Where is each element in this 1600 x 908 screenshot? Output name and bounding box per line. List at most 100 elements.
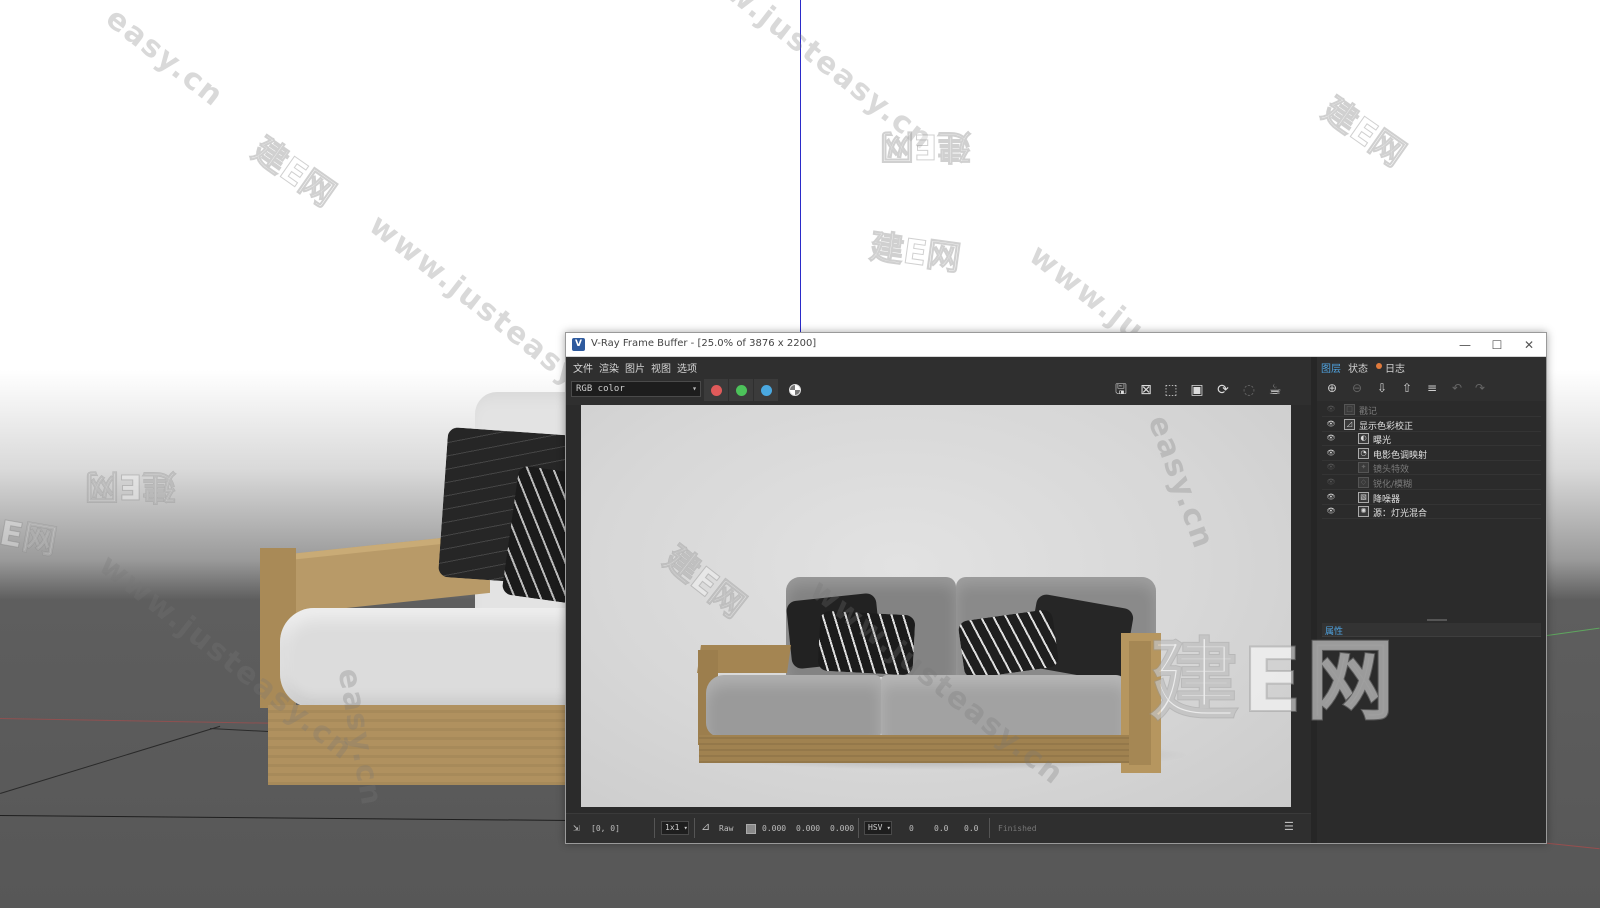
raw-value-b: 0.000 [830, 824, 855, 833]
redo-icon[interactable]: ↷ [1471, 380, 1489, 396]
menu-view[interactable]: 视图 [651, 360, 671, 375]
pointer-icon[interactable]: ⇲ [573, 821, 580, 834]
sofa-seat-cushion [706, 675, 881, 737]
layer-row[interactable]: 👁 □ 戳记 [1322, 403, 1541, 417]
add-layer-icon[interactable]: ⊕ [1323, 380, 1341, 396]
eye-icon[interactable]: 👁 [1326, 434, 1336, 442]
layer-label: 镜头特效 [1373, 465, 1410, 476]
window-title: V-Ray Frame Buffer - [25.0% of 3876 x 22… [591, 338, 817, 349]
hsv-value-v: 0.0 [964, 824, 979, 833]
layer-row[interactable]: 👁 ◇ 锐化/模糊 [1322, 476, 1541, 490]
panel-toggle-icon[interactable]: ☰ [1284, 820, 1294, 833]
clear-image-icon[interactable]: ⊠ [1137, 381, 1155, 399]
sharpen-icon: ◇ [1358, 477, 1369, 488]
red-channel-button[interactable] [704, 379, 728, 401]
blue-dot-icon [761, 385, 772, 396]
chevron-down-icon: ▾ [882, 824, 891, 832]
watermark: 建E网 [85, 466, 177, 507]
sofa-wood-base [699, 735, 1129, 763]
close-button[interactable]: ✕ [1518, 336, 1540, 354]
zoom-select[interactable]: 1x1 ▾ [661, 821, 689, 835]
layers-panel: 图层 状态 日志 ⊕ ⊖ ⇩ ⇧ ≡ ↶ ↷ 👁 □ 戳记 👁 ◿ 显示色彩校正 👁 ◐ 曝光 👁… [1317, 357, 1546, 843]
eye-icon[interactable]: 👁 [1326, 493, 1336, 501]
layer-label: 源：灯光混合 [1373, 509, 1428, 520]
watermark: 建E网 [244, 129, 343, 215]
render-icon[interactable]: ⟳ [1214, 381, 1232, 399]
layer-row[interactable]: 👁 ◔ 电影色调映射 [1322, 447, 1541, 461]
save-layers-icon[interactable]: ⇩ [1373, 380, 1391, 396]
layer-list-icon[interactable]: ≡ [1423, 380, 1441, 396]
blue-channel-button[interactable] [754, 379, 778, 401]
sofa-pillow [817, 610, 916, 676]
menu-options[interactable]: 选项 [677, 360, 697, 375]
watermark: easy.cn [99, 0, 231, 115]
vray-frame-buffer-window[interactable]: V V-Ray Frame Buffer - [25.0% of 3876 x … [565, 332, 1547, 844]
menu-render[interactable]: 渲染 [599, 360, 619, 375]
eye-icon[interactable]: 👁 [1326, 449, 1336, 457]
minimize-button[interactable]: — [1454, 336, 1476, 354]
green-channel-button[interactable] [729, 379, 753, 401]
sofa-seat-cushion [881, 675, 1126, 737]
red-dot-icon [711, 385, 722, 396]
panel-resize-handle[interactable] [1427, 619, 1447, 621]
layer-row[interactable]: 👁 ▧ 降噪器 [1322, 491, 1541, 505]
vray-app-icon: V [572, 338, 585, 351]
color-picker-icon[interactable]: ⊿ [701, 820, 710, 833]
tab-log[interactable]: 日志 [1385, 360, 1405, 375]
layer-row[interactable]: 👁 ✦ 镜头特效 [1322, 461, 1541, 476]
fit-view-icon[interactable]: ▣ [1188, 381, 1206, 399]
sofa-wood-base [268, 705, 578, 785]
exposure-icon: ◐ [1358, 433, 1369, 445]
eye-icon[interactable]: 👁 [1326, 420, 1336, 428]
green-dot-icon [736, 385, 747, 396]
layer-row[interactable]: 👁 ◐ 曝光 [1322, 432, 1541, 447]
layer-row[interactable]: 👁 ✺ 源：灯光混合 [1322, 505, 1541, 520]
load-layers-icon[interactable]: ⇧ [1398, 380, 1416, 396]
lightmix-icon: ✺ [1358, 506, 1369, 518]
channel-select[interactable]: RGB color ▾ [571, 381, 701, 397]
panel-tabs: 图层 状态 日志 [1317, 357, 1546, 375]
layer-tree: 👁 □ 戳记 👁 ◿ 显示色彩校正 👁 ◐ 曝光 👁 ◔ 电影色调映射 👁 ✦ 镜头特效 👁 ◇ 锐化/模糊 👁 ▧ 降… [1322, 403, 1541, 520]
rendered-image[interactable]: 建E网 www.justeasy.cn easy.cn [581, 405, 1291, 807]
vfb-toolbar: RGB color ▾ 🖫 ⊠ ⬚ ▣ ⟳ ◌ ☕ [566, 375, 1311, 405]
eye-icon[interactable]: 👁 [1326, 405, 1336, 413]
eye-icon[interactable]: 👁 [1326, 463, 1336, 471]
menu-image[interactable]: 图片 [625, 360, 645, 375]
color-mode-select[interactable]: HSV ▾ [864, 821, 892, 835]
green-axis-line [1540, 627, 1600, 637]
maximize-button[interactable]: ☐ [1486, 336, 1508, 354]
layer-label: 降噪器 [1373, 494, 1401, 505]
properties-label: 属性 [1325, 627, 1344, 637]
tonemap-icon: ◔ [1358, 447, 1369, 459]
separator [694, 818, 695, 838]
zoom-value: 1x1 [665, 823, 680, 832]
watermark: 建E网 [656, 538, 754, 627]
color-mode-value: HSV [868, 823, 883, 832]
sofa-seat-cushion [280, 608, 580, 708]
separator [654, 818, 655, 838]
status-bar: ⇲ [0, 0] 1x1 ▾ ⊿ Raw 0.000 0.000 0.000 H… [566, 813, 1311, 843]
teapot-icon[interactable]: ☕ [1266, 381, 1284, 399]
chevron-down-icon: ▾ [692, 384, 697, 393]
eye-icon[interactable]: 👁 [1326, 507, 1336, 515]
window-titlebar[interactable]: V V-Ray Frame Buffer - [25.0% of 3876 x … [566, 333, 1546, 357]
render-view[interactable]: 建E网 www.justeasy.cn easy.cn [566, 405, 1311, 813]
eye-icon[interactable]: 👁 [1326, 478, 1336, 486]
watermark: 建E网 [867, 226, 964, 280]
ground-edge-line [0, 725, 221, 794]
menu-file[interactable]: 文件 [573, 360, 593, 375]
stop-render-icon[interactable]: ◌ [1240, 381, 1258, 399]
undo-icon[interactable]: ↶ [1448, 380, 1466, 396]
save-icon[interactable]: 🖫 [1112, 381, 1130, 399]
curve-icon: ◿ [1344, 418, 1355, 430]
tab-stats[interactable]: 状态 [1348, 360, 1368, 375]
layer-label: 电影色调映射 [1373, 450, 1428, 461]
tab-layers[interactable]: 图层 [1321, 360, 1341, 375]
region-render-icon[interactable]: ⬚ [1162, 381, 1180, 399]
monochrome-toggle-icon[interactable] [789, 384, 801, 396]
layer-row[interactable]: 👁 ◿ 显示色彩校正 [1322, 418, 1541, 432]
remove-layer-icon[interactable]: ⊖ [1348, 380, 1366, 396]
raw-label: Raw [719, 824, 734, 833]
color-swatch [746, 824, 756, 834]
stamp-icon: □ [1344, 404, 1355, 415]
